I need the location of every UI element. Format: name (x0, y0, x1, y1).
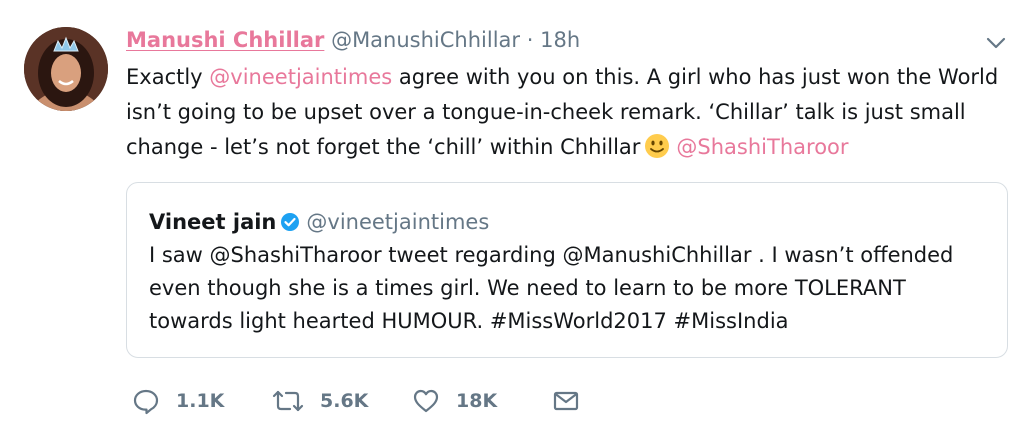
mention-link[interactable]: @ShashiTharoor (676, 135, 848, 159)
tweet-text: Exactly @vineetjaintimes agree with you … (126, 60, 1006, 170)
separator-dot: · (526, 28, 534, 52)
author-handle[interactable]: @ManushiChhillar (331, 28, 520, 52)
like-button[interactable]: 18K (412, 386, 497, 416)
retweet-button[interactable]: 5.6K (272, 386, 368, 416)
mention-link[interactable]: @vineetjaintimes (209, 65, 392, 89)
quoted-tweet[interactable]: Vineet jain @vineetjaintimes I saw @Shash… (126, 182, 1008, 358)
timestamp[interactable]: 18h (540, 28, 580, 52)
quoted-tweet-text: I saw @ShashiTharoor tweet regarding @Ma… (149, 243, 954, 333)
reply-icon (133, 389, 159, 415)
quoted-author-name[interactable]: Vineet jain (149, 210, 276, 234)
quoted-tweet-header: Vineet jain @vineetjaintimes (149, 208, 489, 239)
retweet-count: 5.6K (320, 390, 369, 412)
chevron-down-icon[interactable] (985, 32, 1007, 54)
tweet-text-part: Exactly (126, 65, 210, 89)
direct-message-button[interactable] (552, 386, 580, 416)
like-count: 18K (456, 390, 498, 412)
reply-button[interactable]: 1.1K (132, 386, 224, 416)
verified-badge-icon (280, 211, 300, 239)
retweet-icon (272, 390, 304, 412)
reply-count: 1.1K (176, 390, 225, 412)
author-name[interactable]: Manushi Chhillar (126, 28, 324, 52)
quoted-author-handle[interactable]: @vineetjaintimes (306, 210, 489, 234)
tweet-header: Manushi Chhillar @ManushiChhillar · 18h (126, 26, 580, 54)
avatar[interactable] (24, 27, 108, 111)
direct-message-icon (553, 391, 579, 411)
like-icon (413, 389, 439, 413)
slightly-smiling-face-emoji (644, 133, 670, 170)
